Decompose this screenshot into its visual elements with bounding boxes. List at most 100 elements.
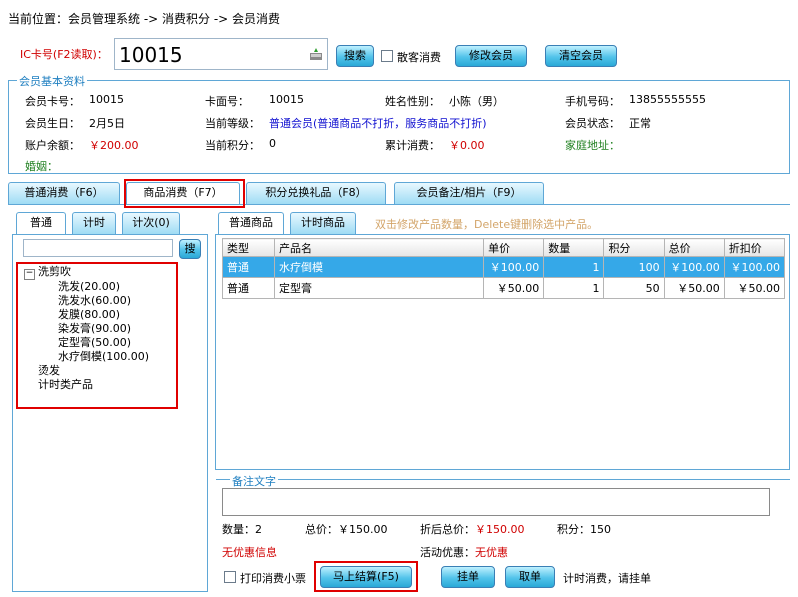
notes-legend: 备注文字 bbox=[230, 473, 278, 489]
left-tab-timed[interactable]: 计时 bbox=[72, 212, 116, 234]
status-value: 正常 bbox=[629, 117, 651, 130]
points-summary-value: 150 bbox=[590, 523, 611, 536]
cell-product: 定型膏 bbox=[274, 277, 485, 299]
cell-points: 100 bbox=[603, 256, 665, 278]
cell-total: ￥100.00 bbox=[663, 256, 725, 278]
notes-textarea[interactable] bbox=[222, 488, 770, 516]
cell-price: ￥50.00 bbox=[483, 277, 545, 299]
collapse-icon[interactable]: − bbox=[24, 269, 35, 280]
member-info-legend: 会员基本资料 bbox=[17, 73, 87, 89]
col-discount[interactable]: 折扣价 bbox=[723, 238, 786, 257]
left-tab-normal[interactable]: 普通 bbox=[16, 212, 66, 234]
tree-node-child[interactable]: 洗发水(60.00) bbox=[24, 294, 149, 308]
phone-value: 13855555555 bbox=[629, 93, 706, 106]
col-total[interactable]: 总价 bbox=[663, 238, 725, 257]
edit-member-button[interactable]: 修改会员 bbox=[455, 45, 527, 67]
tab-points-gift[interactable]: 积分兑换礼品（F8） bbox=[246, 182, 386, 204]
cell-qty[interactable]: 1 bbox=[543, 256, 605, 278]
right-tab-normal-goods[interactable]: 普通商品 bbox=[218, 212, 284, 234]
ic-card-input[interactable]: 10015 bbox=[114, 38, 328, 70]
tree-node-wash[interactable]: − 洗剪吹 bbox=[24, 265, 149, 280]
phone-label: 手机号码： bbox=[565, 95, 620, 108]
total-value: ￥150.00 bbox=[338, 523, 388, 536]
points-label: 当前积分： bbox=[205, 139, 260, 152]
total-summary: 总价：￥150.00 bbox=[305, 521, 388, 537]
tree-node-child[interactable]: 发膜(80.00) bbox=[24, 308, 149, 322]
qty-label: 数量： bbox=[222, 523, 255, 536]
table-row[interactable]: 普通 定型膏 ￥50.00 1 50 ￥50.00 ￥50.00 bbox=[221, 277, 786, 299]
balance-label: 账户余额： bbox=[25, 139, 80, 152]
level-value: 普通会员(普通商品不打折，服务商品不打折) bbox=[269, 117, 487, 130]
cell-points: 50 bbox=[603, 277, 665, 299]
points-summary-label: 积分： bbox=[557, 523, 590, 536]
product-tree: − 洗剪吹 洗发(20.00) 洗发水(60.00) 发膜(80.00) 染发膏(… bbox=[24, 265, 149, 392]
print-receipt-label: 打印消费小票 bbox=[240, 572, 306, 585]
product-search-input[interactable] bbox=[23, 239, 173, 257]
cart-table: 类型 产品名 单价 数量 积分 总价 折扣价 普通 水疗倒模 ￥100.00 1… bbox=[221, 238, 786, 299]
ic-card-label: IC卡号(F2读取)： bbox=[20, 48, 108, 61]
tree-node-child[interactable]: 定型膏(50.00) bbox=[24, 336, 149, 350]
promo-label: 活动优惠： bbox=[420, 546, 475, 559]
tree-node-label: 洗剪吹 bbox=[38, 265, 71, 278]
guest-checkbox-label: 散客消费 bbox=[397, 51, 441, 64]
col-type[interactable]: 类型 bbox=[221, 238, 276, 257]
balance-value: ￥200.00 bbox=[89, 139, 139, 152]
notes-divider bbox=[216, 479, 790, 480]
cell-price: ￥100.00 bbox=[483, 256, 545, 278]
tree-node-child[interactable]: 水疗倒模(100.00) bbox=[24, 350, 149, 364]
tree-node-child[interactable]: 洗发(20.00) bbox=[24, 280, 149, 294]
col-qty[interactable]: 数量 bbox=[543, 238, 605, 257]
total-spend-label: 累计消费： bbox=[385, 139, 440, 152]
take-order-button[interactable]: 取单 bbox=[505, 566, 555, 588]
discount-total-value: ￥150.00 bbox=[475, 523, 525, 536]
cell-total: ￥50.00 bbox=[663, 277, 725, 299]
product-search-button[interactable]: 搜 bbox=[179, 239, 201, 259]
promo-summary: 活动优惠：无优惠 bbox=[420, 544, 508, 560]
birthday-label: 会员生日： bbox=[25, 117, 80, 130]
ic-card-value: 10015 bbox=[119, 43, 183, 67]
card-no-value: 10015 bbox=[89, 93, 124, 106]
left-tab-count[interactable]: 计次(0) bbox=[122, 212, 180, 234]
total-label: 总价： bbox=[305, 523, 338, 536]
no-discount-info: 无优惠信息 bbox=[222, 546, 277, 559]
table-row[interactable]: 普通 水疗倒模 ￥100.00 1 100 ￥100.00 ￥100.00 bbox=[221, 256, 786, 278]
search-button[interactable]: 搜索 bbox=[336, 45, 374, 67]
name-value: 小陈（男） bbox=[449, 95, 504, 108]
col-price[interactable]: 单价 bbox=[483, 238, 545, 257]
tab-product-consume[interactable]: 商品消费（F7） bbox=[126, 182, 240, 204]
pay-now-button[interactable]: 马上结算(F5) bbox=[320, 566, 412, 588]
operation-hint: 双击修改产品数量，Delete键删除选中产品。 bbox=[375, 218, 599, 231]
face-no-label: 卡面号： bbox=[205, 95, 249, 108]
cell-qty[interactable]: 1 bbox=[543, 277, 605, 299]
clear-member-button[interactable]: 清空会员 bbox=[545, 45, 617, 67]
cell-type: 普通 bbox=[221, 277, 276, 299]
marriage-label: 婚姻： bbox=[25, 160, 58, 173]
points-summary: 积分：150 bbox=[557, 521, 611, 537]
col-points[interactable]: 积分 bbox=[603, 238, 665, 257]
cell-discount: ￥50.00 bbox=[723, 277, 786, 299]
col-product[interactable]: 产品名 bbox=[274, 238, 485, 257]
tree-node-timed[interactable]: 计时类产品 bbox=[24, 378, 149, 392]
card-reader-icon[interactable] bbox=[309, 47, 323, 61]
hang-order-button[interactable]: 挂单 bbox=[441, 566, 495, 588]
status-message: 计时消费，请挂单 bbox=[563, 572, 651, 585]
tree-node-perm[interactable]: 烫发 bbox=[24, 364, 149, 378]
birthday-value: 2月5日 bbox=[89, 117, 125, 130]
right-tab-timed-goods[interactable]: 计时商品 bbox=[290, 212, 356, 234]
member-info-group: 会员基本资料 会员卡号： 10015 卡面号： 10015 姓名性别： 小陈（男… bbox=[8, 73, 790, 174]
level-label: 当前等级： bbox=[205, 117, 260, 130]
cell-product: 水疗倒模 bbox=[274, 256, 485, 278]
cell-type: 普通 bbox=[221, 256, 276, 278]
name-label: 姓名性别： bbox=[385, 95, 440, 108]
tab-member-notes[interactable]: 会员备注/相片（F9） bbox=[394, 182, 544, 204]
points-value: 0 bbox=[269, 137, 276, 150]
qty-value: 2 bbox=[255, 523, 262, 536]
status-label: 会员状态： bbox=[565, 117, 620, 130]
tab-normal-consume[interactable]: 普通消费（F6） bbox=[8, 182, 120, 204]
discount-total-summary: 折后总价：￥150.00 bbox=[420, 521, 525, 537]
guest-checkbox[interactable] bbox=[381, 50, 393, 62]
main-tab-bar: 普通消费（F6） 商品消费（F7） 积分兑换礼品（F8） 会员备注/相片（F9） bbox=[8, 182, 790, 205]
face-no-value: 10015 bbox=[269, 93, 304, 106]
tree-node-child[interactable]: 染发膏(90.00) bbox=[24, 322, 149, 336]
print-receipt-checkbox[interactable] bbox=[224, 571, 236, 583]
